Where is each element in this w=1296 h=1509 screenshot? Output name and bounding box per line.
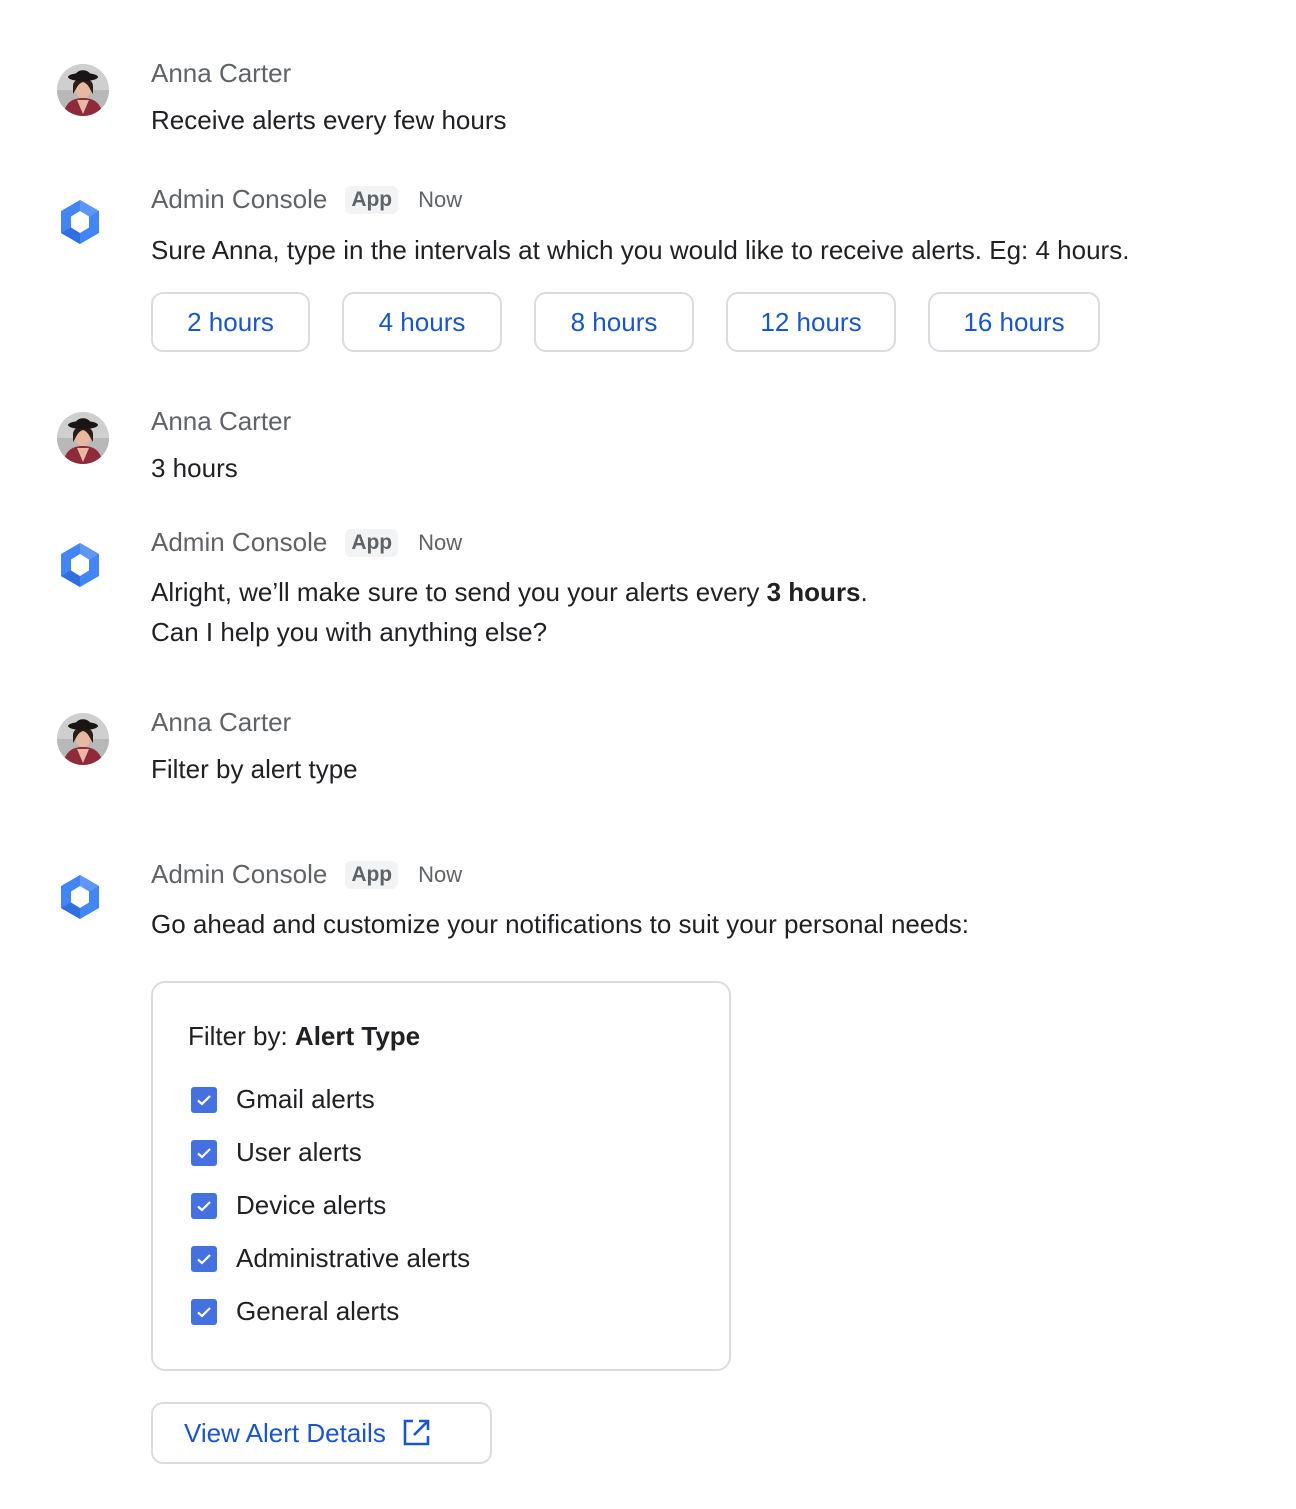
sender-header: Admin Console App Now (151, 527, 462, 558)
message-text-bold: 3 hours (766, 577, 861, 607)
sender-name: Admin Console (151, 859, 328, 889)
filter-label: Filter by: (188, 1021, 288, 1051)
option-label: Device alerts (236, 1190, 387, 1220)
sender-name: Anna Carter (151, 406, 292, 436)
message-text: Alright, we’ll make sure to send you you… (151, 572, 868, 612)
sender-header: Admin Console App Now (151, 184, 462, 215)
filter-card-title: Filter by: Alert Type (188, 1021, 420, 1052)
view-alert-details-button[interactable]: View Alert Details (151, 1402, 492, 1464)
admin-console-app-icon (56, 541, 104, 589)
filter-option-user[interactable]: User alerts (191, 1137, 362, 1168)
chip-4-hours[interactable]: 4 hours (342, 292, 502, 352)
message-text: Filter by alert type (151, 754, 358, 784)
message-text: Go ahead and customize your notification… (151, 909, 970, 939)
message-text: Receive alerts every few hours (151, 105, 507, 135)
chip-2-hours[interactable]: 2 hours (151, 292, 310, 352)
message-text: 3 hours (151, 453, 238, 483)
timestamp: Now (418, 186, 463, 212)
filter-value: Alert Type (294, 1021, 421, 1051)
option-label: User alerts (236, 1137, 362, 1167)
sender-header: Admin Console App Now (151, 859, 462, 890)
message-text-part: Alright, we’ll make sure to send you you… (151, 577, 767, 607)
filter-option-administrative[interactable]: Administrative alerts (191, 1243, 470, 1274)
option-label: General alerts (236, 1296, 400, 1326)
filter-card: Filter by: Alert Type Gmail alerts User … (151, 981, 731, 1371)
sender-name: Anna Carter (151, 707, 292, 737)
checkbox-checked-icon[interactable] (191, 1086, 217, 1113)
admin-console-app-icon (56, 873, 104, 921)
timestamp: Now (418, 529, 463, 555)
option-label: Administrative alerts (236, 1243, 471, 1273)
filter-option-gmail[interactable]: Gmail alerts (191, 1084, 375, 1115)
message-text: Sure Anna, type in the intervals at whic… (151, 235, 1130, 265)
checkbox-checked-icon[interactable] (191, 1192, 217, 1219)
checkbox-checked-icon[interactable] (191, 1139, 217, 1166)
admin-console-app-icon (56, 198, 104, 246)
app-badge: App (345, 528, 399, 557)
user-avatar (57, 412, 109, 464)
app-badge: App (345, 185, 399, 214)
user-avatar (57, 64, 109, 116)
sender-name: Admin Console (151, 184, 328, 214)
chip-8-hours[interactable]: 8 hours (534, 292, 694, 352)
checkbox-checked-icon[interactable] (191, 1245, 217, 1272)
user-avatar (57, 713, 109, 765)
checkbox-checked-icon[interactable] (191, 1298, 217, 1325)
filter-option-device[interactable]: Device alerts (191, 1190, 386, 1221)
timestamp: Now (418, 861, 463, 887)
message-text-line2: Can I help you with anything else? (151, 617, 548, 647)
app-badge: App (345, 860, 399, 889)
open-in-new-icon (403, 1419, 430, 1446)
chip-16-hours[interactable]: 16 hours (928, 292, 1100, 352)
sender-name: Anna Carter (151, 58, 292, 88)
message-text-part: . (860, 577, 868, 607)
button-label: View Alert Details (184, 1417, 386, 1448)
option-label: Gmail alerts (236, 1084, 375, 1114)
sender-name: Admin Console (151, 527, 328, 557)
filter-option-general[interactable]: General alerts (191, 1296, 399, 1327)
chip-12-hours[interactable]: 12 hours (726, 292, 896, 352)
